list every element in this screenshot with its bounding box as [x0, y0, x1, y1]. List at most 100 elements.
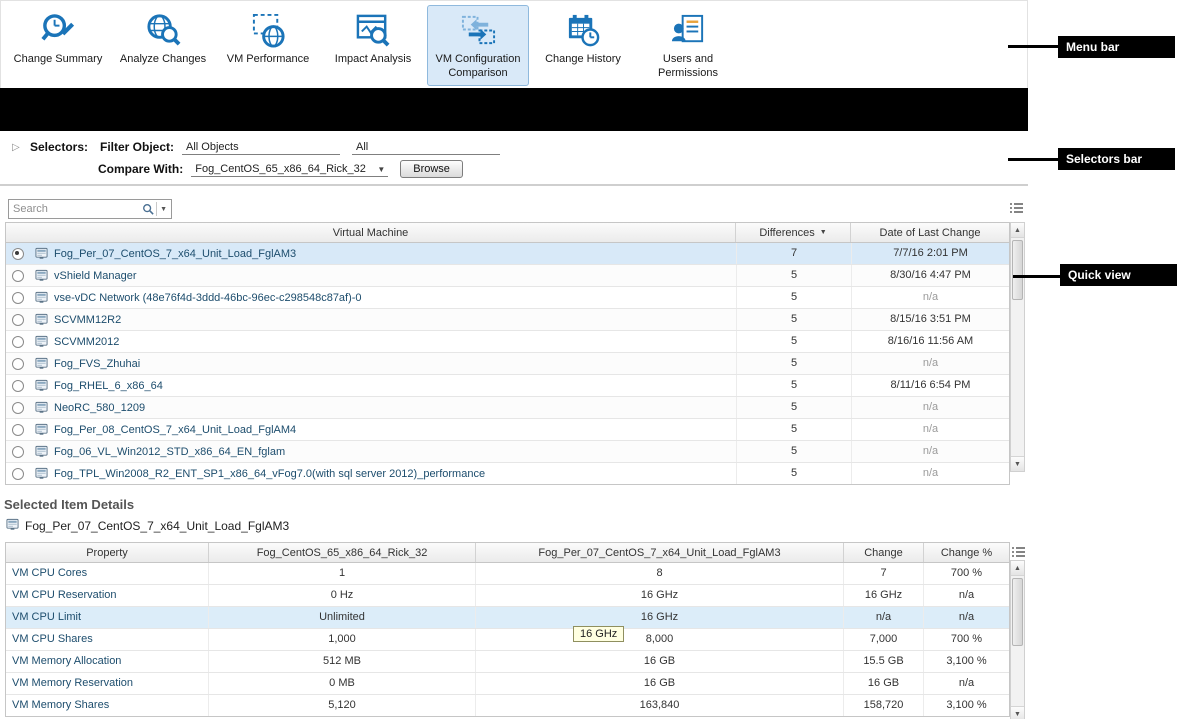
menu-item-change-history[interactable]: Change History: [532, 5, 634, 72]
quickview-toolbar: ▼: [5, 198, 1023, 222]
search-options-chevron-icon[interactable]: ▼: [159, 206, 171, 213]
table-row[interactable]: VM CPU Cores187700 %: [6, 563, 1009, 585]
filter-object-field[interactable]: All Objects: [182, 139, 340, 155]
annotation-quick-view: Quick view: [1060, 264, 1177, 286]
vm-icon: [30, 467, 52, 480]
scroll-down-icon[interactable]: ▼: [1011, 456, 1024, 471]
table-row[interactable]: VM CPU LimitUnlimited16 GHzn/an/a: [6, 607, 1009, 629]
table-row[interactable]: VM CPU Reservation0 Hz16 GHz16 GHzn/a: [6, 585, 1009, 607]
property-name: VM CPU Reservation: [6, 585, 209, 606]
scroll-thumb[interactable]: [1012, 240, 1023, 300]
change-value: 16 GB: [844, 673, 924, 694]
last-change-value: 8/30/16 4:47 PM: [851, 265, 1009, 286]
row-radio[interactable]: [6, 270, 30, 282]
row-radio[interactable]: [6, 468, 30, 480]
change-value: 7: [844, 563, 924, 584]
row-radio[interactable]: [6, 446, 30, 458]
menu-item-vm-configuration-comparison[interactable]: VM Configuration Comparison: [427, 5, 529, 86]
sort-desc-icon: ▼: [820, 229, 827, 236]
scroll-track[interactable]: [1011, 576, 1024, 706]
table-customizer-icon[interactable]: [1009, 201, 1023, 213]
table-row[interactable]: Fog_Per_07_CentOS_7_x64_Unit_Load_FglAM3…: [6, 243, 1009, 265]
differences-header-label: Differences: [759, 227, 814, 239]
menu-item-label: VM Configuration Comparison: [430, 53, 526, 81]
column-header-change[interactable]: Change: [844, 543, 924, 562]
column-header-last-change[interactable]: Date of Last Change: [851, 223, 1009, 242]
table-row[interactable]: SCVMM12R258/15/16 3:51 PM: [6, 309, 1009, 331]
quickview-scrollbar[interactable]: ▲ ▼: [1010, 222, 1025, 472]
change-pct-value: 3,100 %: [924, 695, 1009, 716]
table-row[interactable]: Fog_Per_08_CentOS_7_x64_Unit_Load_FglAM4…: [6, 419, 1009, 441]
row-radio[interactable]: [6, 424, 30, 436]
table-row[interactable]: VM Memory Shares5,120163,840158,7203,100…: [6, 695, 1009, 716]
last-change-value: 8/15/16 3:51 PM: [851, 309, 1009, 330]
column-header-property[interactable]: Property: [6, 543, 209, 562]
table-row[interactable]: vse-vDC Network (48e76f4d-3ddd-46bc-96ec…: [6, 287, 1009, 309]
table-row[interactable]: vShield Manager58/30/16 4:47 PM: [6, 265, 1009, 287]
table-row[interactable]: VM CPU Shares1,0008,0007,000700 %: [6, 629, 1009, 651]
expander-icon[interactable]: ▷: [12, 142, 30, 153]
table-row[interactable]: VM Memory Reservation0 MB16 GB16 GBn/a: [6, 673, 1009, 695]
row-radio[interactable]: [6, 358, 30, 370]
scroll-up-icon[interactable]: ▲: [1011, 561, 1024, 576]
vm-table: Virtual Machine Differences ▼ Date of La…: [5, 222, 1010, 485]
right-value: 16 GHz: [476, 607, 844, 628]
property-name: VM CPU Shares: [6, 629, 209, 650]
table-row[interactable]: Fog_FVS_Zhuhai5n/a: [6, 353, 1009, 375]
row-radio[interactable]: [6, 402, 30, 414]
scroll-thumb[interactable]: [1012, 578, 1023, 646]
impact-analysis-icon: [355, 9, 392, 51]
menu-item-vm-performance[interactable]: VM Performance: [217, 5, 319, 72]
change-value: 158,720: [844, 695, 924, 716]
scroll-up-icon[interactable]: ▲: [1011, 223, 1024, 238]
right-value: 16 GHz: [476, 585, 844, 606]
menu-item-analyze-changes[interactable]: Analyze Changes: [112, 5, 214, 72]
row-radio[interactable]: [6, 314, 30, 326]
differences-value: 5: [736, 287, 851, 308]
table-customizer-icon[interactable]: [1011, 545, 1025, 557]
filter-scope-field[interactable]: All: [352, 139, 500, 155]
row-radio[interactable]: [6, 248, 30, 260]
right-value: 163,840: [476, 695, 844, 716]
differences-value: 5: [736, 375, 851, 396]
table-row[interactable]: Fog_TPL_Win2008_R2_ENT_SP1_x86_64_vFog7.…: [6, 463, 1009, 484]
column-header-compare-left[interactable]: Fog_CentOS_65_x86_64_Rick_32: [209, 543, 476, 562]
search-icon[interactable]: [142, 203, 154, 215]
menu-item-users-and-permissions[interactable]: Users and Permissions: [637, 5, 739, 86]
left-value: 1: [209, 563, 476, 584]
row-radio[interactable]: [6, 292, 30, 304]
menu-item-impact-analysis[interactable]: Impact Analysis: [322, 5, 424, 72]
search-input[interactable]: [9, 203, 142, 215]
table-row[interactable]: SCVMM201258/16/16 11:56 AM: [6, 331, 1009, 353]
details-scrollbar[interactable]: ▲ ▼: [1010, 560, 1025, 719]
vm-config-comparison-icon: [460, 9, 497, 51]
column-header-differences[interactable]: Differences ▼: [736, 223, 851, 242]
vm-name: Fog_TPL_Win2008_R2_ENT_SP1_x86_64_vFog7.…: [52, 468, 736, 480]
vm-icon: [30, 401, 52, 414]
last-change-value: n/a: [851, 353, 1009, 374]
analyze-changes-icon: [145, 9, 182, 51]
table-row[interactable]: Fog_RHEL_6_x86_6458/11/16 6:54 PM: [6, 375, 1009, 397]
chevron-down-icon: ▼: [377, 165, 385, 174]
compare-with-dropdown[interactable]: Fog_CentOS_65_x86_64_Rick_32 ▼: [191, 161, 388, 177]
browse-button[interactable]: Browse: [400, 160, 463, 178]
scroll-track[interactable]: [1011, 238, 1024, 456]
table-row[interactable]: NeoRC_580_12095n/a: [6, 397, 1009, 419]
change-pct-value: 700 %: [924, 563, 1009, 584]
column-header-compare-right[interactable]: Fog_Per_07_CentOS_7_x64_Unit_Load_FglAM3: [476, 543, 844, 562]
row-radio[interactable]: [6, 336, 30, 348]
table-row[interactable]: Fog_06_VL_Win2012_STD_x86_64_EN_fglam5n/…: [6, 441, 1009, 463]
change-value: 16 GHz: [844, 585, 924, 606]
table-row[interactable]: VM Memory Allocation512 MB16 GB15.5 GB3,…: [6, 651, 1009, 673]
menu-item-change-summary[interactable]: Change Summary: [7, 5, 109, 72]
differences-value: 5: [736, 331, 851, 352]
change-pct-value: 700 %: [924, 629, 1009, 650]
annotation-line-menu-bar: [1008, 45, 1058, 48]
scroll-down-icon[interactable]: ▼: [1011, 706, 1024, 719]
comparison-table-body: VM CPU Cores187700 %VM CPU Reservation0 …: [6, 563, 1009, 716]
row-radio[interactable]: [6, 380, 30, 392]
column-header-change-pct[interactable]: Change %: [924, 543, 1009, 562]
vm-icon: [30, 247, 52, 260]
quick-view: ▼ Virtual Machine Differences ▼ Date of …: [0, 198, 1028, 485]
column-header-virtual-machine[interactable]: Virtual Machine: [6, 223, 736, 242]
